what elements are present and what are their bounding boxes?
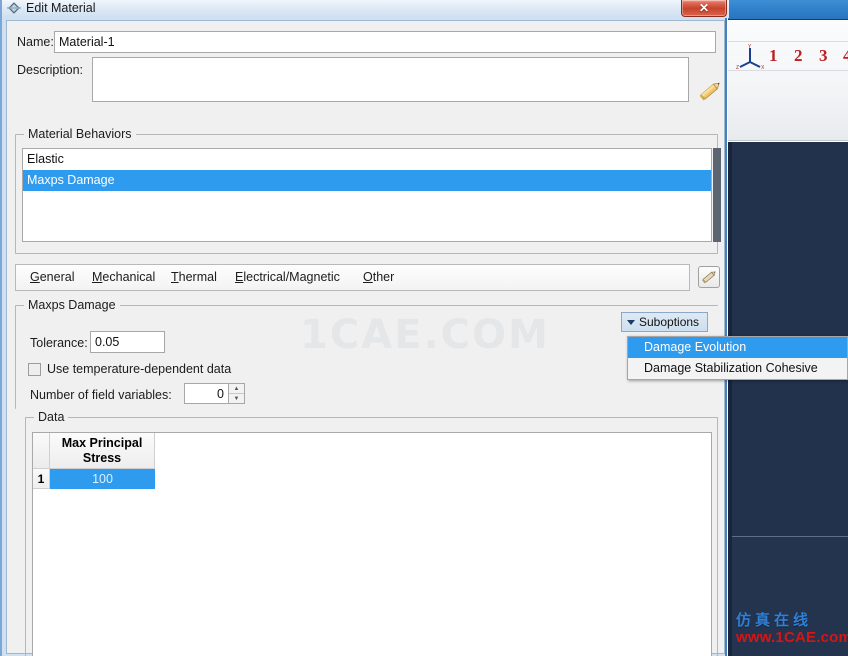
edit-behavior-pencil-button[interactable] [698,266,720,288]
menu-item-label: Damage Evolution [644,340,747,354]
svg-text:Y: Y [748,44,752,50]
temp-dependent-checkbox[interactable] [28,362,41,376]
maxps-damage-title: Maxps Damage [24,298,120,312]
app-toolbar-area [728,21,848,141]
field-variables-stepper[interactable]: ▲ ▼ [229,383,245,404]
column-header-max-principal-stress[interactable]: Max Principal Stress [50,433,155,469]
material-behaviors-group: Material Behaviors Elastic Maxps Damage [15,127,721,254]
menu-item-damage-evolution[interactable]: Damage Evolution [628,337,847,358]
menu-item-damage-stabilization-cohesive[interactable]: Damage Stabilization Cohesive [628,358,847,379]
tolerance-label: Tolerance: [30,336,88,350]
table-corner-header [33,433,50,469]
name-input[interactable]: Material-1 [54,31,716,53]
dialog-title: Edit Material [26,1,96,15]
material-behaviors-title: Material Behaviors [24,127,136,141]
data-group-title: Data [34,410,69,424]
svg-text:Z: Z [736,65,739,70]
toolbar-rule-top [728,41,848,42]
ruler-number-2: 2 [794,46,803,65]
tab-thermal[interactable]: Thermal [171,270,217,284]
abaqus-diamond-icon [7,2,21,14]
tab-mechanical[interactable]: Mechanical [92,270,155,284]
tolerance-input[interactable]: 0.05 [90,331,165,353]
watermark-corner: 仿真在线 www.1CAE.com [736,612,848,647]
ruler-number-3b: 3 [819,46,828,65]
watermark-url: www.1CAE.com [736,629,848,646]
maxps-damage-group: Maxps Damage Tolerance: 0.05 Use tempera… [15,298,718,409]
suboptions-menu[interactable]: Damage Evolution Damage Stabilization Co… [627,336,848,380]
dialog-titlebar[interactable]: Edit Material ✕ [2,0,729,18]
behavior-item-maxps-damage[interactable]: Maxps Damage [23,170,711,191]
suboptions-button-label: Suboptions [639,315,700,329]
field-variables-label: Number of field variables: [30,388,172,402]
tab-general[interactable]: General [30,270,74,284]
behavior-category-tabs: General Mechanical Thermal Electrical/Ma… [15,264,690,291]
tolerance-value: 0.05 [95,335,120,349]
material-behaviors-list[interactable]: Elastic Maxps Damage [22,148,712,242]
watermark-chinese: 仿真在线 [736,611,813,629]
dialog-client-area: Name: Material-1 Description: Material B… [6,20,725,656]
ruler-number-4: 4 [843,46,848,65]
caret-down-icon [627,319,635,325]
axis-triad-icon: Y X Z [736,44,764,70]
description-label: Description: [17,63,83,77]
temp-dependent-checkbox-row[interactable]: Use temperature-dependent data [28,362,231,376]
tab-electrical-magnetic[interactable]: Electrical/Magnetic [235,270,340,284]
ruler-number-1: 1 [769,46,778,65]
behaviors-scrollbar[interactable] [713,148,721,242]
app-title-band [728,0,848,20]
edit-material-dialog: Edit Material ✕ Name: Material-1 Descrip… [0,0,729,656]
behavior-item-label: Elastic [27,152,64,166]
menu-item-label: Damage Stabilization Cohesive [644,361,818,375]
close-icon: ✕ [698,1,710,15]
table-cell-max-principal-stress[interactable]: 100 [50,469,155,489]
description-input[interactable] [92,57,689,102]
edit-description-pencil-icon[interactable] [695,77,725,105]
stepper-up-icon[interactable]: ▲ [229,384,244,394]
data-table[interactable]: Max Principal Stress 1 100 [32,432,712,656]
svg-text:X: X [761,65,764,70]
name-input-value: Material-1 [59,35,115,49]
data-group: Data Max Principal Stress 1 100 [25,410,718,656]
name-label: Name: [17,35,54,49]
behavior-item-label: Maxps Damage [27,173,115,187]
toolbar-rule-bottom [728,70,848,71]
temp-dependent-label: Use temperature-dependent data [47,362,232,376]
row-header-1[interactable]: 1 [33,469,50,489]
suboptions-button[interactable]: Suboptions [621,312,708,332]
field-variables-value: 0 [217,386,224,401]
pencil-icon [701,271,716,284]
behavior-item-elastic[interactable]: Elastic [23,149,711,170]
stepper-down-icon[interactable]: ▼ [229,394,244,403]
field-variables-input[interactable]: 0 [184,383,229,404]
close-button[interactable]: ✕ [681,0,727,17]
tab-other[interactable]: Other [363,270,394,284]
